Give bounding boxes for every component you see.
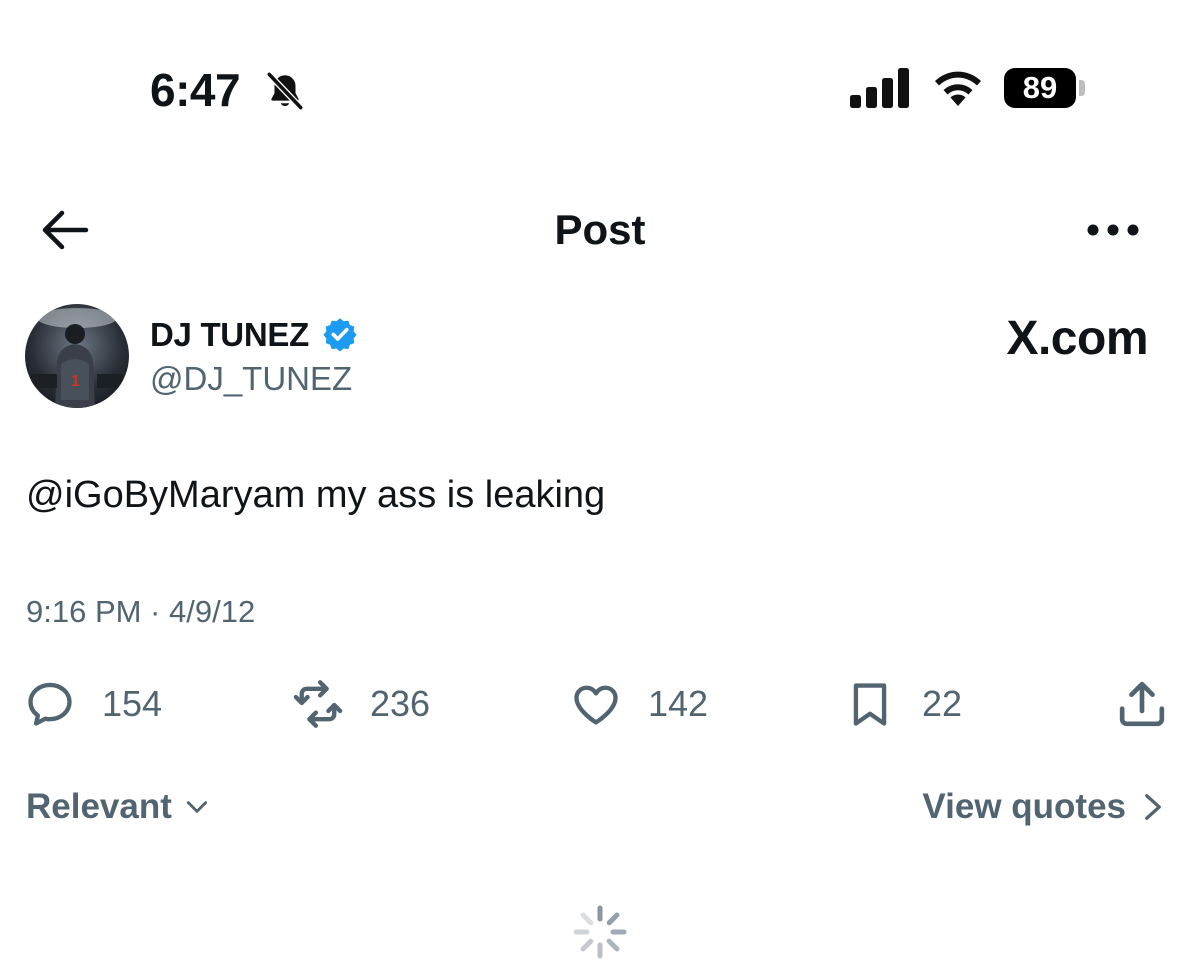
status-time: 6:47 xyxy=(150,64,241,116)
avatar[interactable]: 1 xyxy=(25,304,129,408)
post-timestamp[interactable]: 9:16 PM · 4/9/12 xyxy=(26,590,255,634)
battery-icon: 89 xyxy=(1004,68,1076,108)
chevron-down-icon xyxy=(186,801,207,813)
battery-level: 89 xyxy=(1022,70,1058,105)
author-name[interactable]: DJ TUNEZ xyxy=(150,314,309,356)
svg-text:1: 1 xyxy=(71,373,80,390)
sort-relevant-dropdown[interactable]: Relevant xyxy=(26,784,210,830)
reply-button[interactable]: 154 xyxy=(24,676,162,732)
reply-count: 154 xyxy=(102,683,163,724)
repost-button[interactable]: 236 xyxy=(292,676,430,732)
signal-icon xyxy=(850,68,909,108)
page-title: Post xyxy=(554,206,646,253)
share-icon[interactable] xyxy=(1114,676,1170,732)
battery-cap xyxy=(1079,80,1085,96)
avatar-photo: 1 xyxy=(31,308,123,408)
chevron-right-icon xyxy=(1145,794,1161,820)
view-quotes-label: View quotes xyxy=(922,787,1126,826)
like-button[interactable]: 142 xyxy=(570,676,708,732)
wifi-icon xyxy=(935,71,981,106)
reply-icon xyxy=(28,682,72,726)
view-quotes-link[interactable]: View quotes xyxy=(922,784,1166,830)
sort-label: Relevant xyxy=(26,787,172,826)
x-com-watermark: X.com xyxy=(1006,312,1148,365)
more-horizontal-icon[interactable] xyxy=(1086,218,1140,242)
repost-icon xyxy=(293,680,343,728)
verified-badge-icon xyxy=(323,318,357,352)
bookmark-icon xyxy=(853,683,887,726)
like-count: 142 xyxy=(648,683,709,724)
post-text: @iGoByMaryam my ass is leaking xyxy=(26,474,606,516)
repost-count: 236 xyxy=(370,683,431,724)
bookmark-count: 22 xyxy=(922,683,963,724)
heart-icon xyxy=(574,685,618,725)
arrow-left-icon[interactable] xyxy=(40,208,90,252)
bell-slash-icon xyxy=(266,71,304,111)
bookmark-button[interactable]: 22 xyxy=(844,676,962,732)
loading-spinner-icon xyxy=(573,905,627,959)
author-handle[interactable]: @DJ_TUNEZ xyxy=(150,358,352,400)
